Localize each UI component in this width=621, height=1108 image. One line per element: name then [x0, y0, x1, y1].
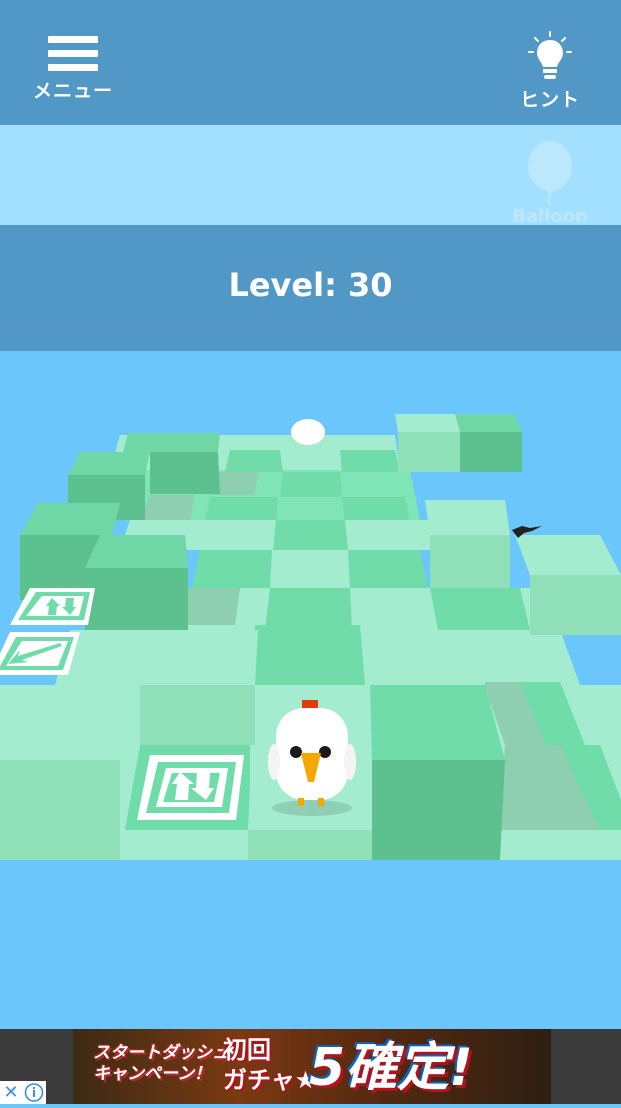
block [515, 535, 621, 635]
block [370, 685, 505, 860]
floor-tile [430, 588, 530, 630]
hint-button[interactable]: ヒント [510, 30, 590, 112]
block [455, 414, 522, 472]
floor-tile [273, 520, 348, 550]
ad-close-icon[interactable]: ✕ [0, 1081, 22, 1104]
block [138, 630, 258, 745]
floor-tile [340, 450, 400, 472]
menu-button[interactable]: メニュー [30, 36, 116, 103]
egg-goal [291, 419, 325, 445]
ad-info-icon[interactable] [22, 1081, 46, 1104]
block [395, 414, 462, 472]
floor-tile [348, 550, 428, 588]
ad-line1: スタートダッシュ [93, 1043, 229, 1063]
hamburger-icon [30, 36, 116, 71]
block [85, 535, 188, 630]
ad-line2: キャンペーン！ [93, 1064, 212, 1084]
ad-gacha-text: 初回 ガチャ★ [223, 1035, 316, 1095]
elevator-switch-icon[interactable] [137, 755, 244, 820]
ad-big-text: 5確定! [309, 1038, 473, 1098]
game-board[interactable] [0, 351, 621, 861]
floor-tile [280, 472, 342, 497]
ad-campaign-text: スタートダッシュ キャンペーン！ [93, 1043, 229, 1085]
block [425, 500, 510, 588]
level-indicator: Level: 30 [228, 266, 393, 304]
floor-tile [225, 450, 283, 472]
floor-tile [205, 497, 278, 522]
balloon-icon [528, 141, 572, 206]
block [365, 630, 485, 685]
floor-tile [265, 588, 352, 630]
floor-tile [192, 550, 275, 588]
arrow-tile-icon[interactable] [0, 632, 80, 675]
balloon-button[interactable]: Balloon [510, 140, 590, 227]
balloon-label: Balloon [512, 206, 588, 227]
floor-tile [270, 550, 350, 588]
ad-gacha-line1: 初回 [223, 1036, 271, 1064]
ad-gacha-line2: ガチャ★ [223, 1066, 317, 1094]
ad-banner[interactable]: スタートダッシュ キャンペーン！ 初回 ガチャ★ 5確定! [73, 1029, 551, 1104]
lightbulb-icon [528, 31, 572, 79]
block [0, 685, 138, 860]
floor-tile [255, 625, 365, 685]
menu-label: メニュー [32, 80, 113, 102]
hint-label: ヒント [519, 89, 580, 111]
floor-tile [342, 497, 410, 522]
